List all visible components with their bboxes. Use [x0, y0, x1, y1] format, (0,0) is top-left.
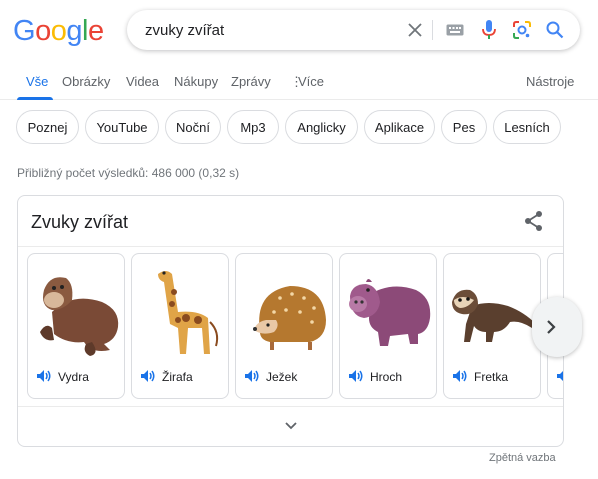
tab-all[interactable]: Vše	[26, 60, 48, 100]
chip[interactable]: Mp3	[227, 110, 279, 144]
keyboard-icon[interactable]	[443, 18, 467, 42]
chip[interactable]: Aplikace	[364, 110, 435, 144]
search-tabs: Vše Obrázky Videa Nákupy Zprávy ⋮Více Ná…	[0, 60, 598, 100]
clear-icon[interactable]	[403, 18, 427, 42]
more-vert-icon: ⋮	[290, 74, 303, 89]
feedback-link[interactable]: Zpětná vazba	[489, 452, 556, 464]
speaker-icon[interactable]	[36, 368, 52, 384]
card-divider	[18, 246, 563, 247]
chip[interactable]: Noční	[165, 110, 221, 144]
logo-letter: o	[50, 15, 67, 47]
chevron-down-icon[interactable]	[281, 416, 301, 436]
otter-image	[40, 277, 119, 356]
tab-images[interactable]: Obrázky	[62, 60, 110, 100]
chevron-right-icon	[547, 320, 556, 334]
card-divider	[18, 406, 563, 407]
active-tab-indicator	[17, 97, 53, 100]
card-title: Zvuky zvířat	[31, 212, 129, 232]
search-box	[127, 10, 580, 50]
animal-name: Vydra	[58, 370, 89, 384]
chip[interactable]: Pes	[441, 110, 487, 144]
search-input[interactable]	[145, 10, 395, 50]
speaker-icon[interactable]	[556, 368, 564, 384]
animal-tile-otter[interactable]: Vydra	[27, 253, 125, 399]
hedgehog-image	[253, 286, 326, 350]
camera-lens-icon[interactable]	[510, 18, 534, 42]
animal-name: Žirafa	[162, 370, 193, 384]
chip[interactable]: Lesních	[493, 110, 561, 144]
speaker-icon[interactable]	[348, 368, 364, 384]
animal-tile-giraffe[interactable]: Žirafa	[131, 253, 229, 399]
animal-name: Hroch	[370, 370, 403, 384]
logo-letter: g	[66, 15, 82, 47]
chip[interactable]: Anglicky	[285, 110, 358, 144]
tab-more-label: Více	[298, 74, 325, 89]
search-icon[interactable]	[543, 18, 567, 42]
hippo-image	[349, 279, 431, 346]
chip[interactable]: Poznej	[16, 110, 79, 144]
ferret-image	[452, 289, 536, 342]
animal-tile-ferret[interactable]: Fretka	[443, 253, 541, 399]
logo-letter: o	[35, 15, 51, 47]
animal-name: Ježek	[266, 370, 298, 384]
microphone-icon[interactable]	[477, 18, 501, 42]
carousel-next-button[interactable]	[532, 297, 582, 357]
speaker-icon[interactable]	[452, 368, 468, 384]
animal-sounds-card: Zvuky zvířat Vydra Žirafa Ježek Hroch Fr…	[17, 195, 564, 447]
giraffe-image	[158, 271, 219, 354]
speaker-icon[interactable]	[140, 368, 156, 384]
logo-letter: e	[87, 15, 104, 47]
animal-name: Fretka	[474, 370, 509, 384]
speaker-icon[interactable]	[244, 368, 260, 384]
google-logo[interactable]: G o o g l e	[13, 15, 104, 48]
tab-news[interactable]: Zprávy	[231, 60, 271, 100]
tab-shopping[interactable]: Nákupy	[174, 60, 218, 100]
search-divider	[432, 20, 433, 40]
tab-videos[interactable]: Videa	[126, 60, 159, 100]
result-stats: Přibližný počet výsledků: 486 000 (0,32 …	[17, 166, 240, 180]
animal-tile-hedgehog[interactable]: Ježek	[235, 253, 333, 399]
animal-tile-hippo[interactable]: Hroch	[339, 253, 437, 399]
chip[interactable]: YouTube	[85, 110, 159, 144]
logo-letter: G	[13, 15, 36, 47]
tools-button[interactable]: Nástroje	[526, 60, 574, 100]
tab-more[interactable]: ⋮Více	[290, 60, 324, 100]
share-icon[interactable]	[522, 209, 546, 233]
